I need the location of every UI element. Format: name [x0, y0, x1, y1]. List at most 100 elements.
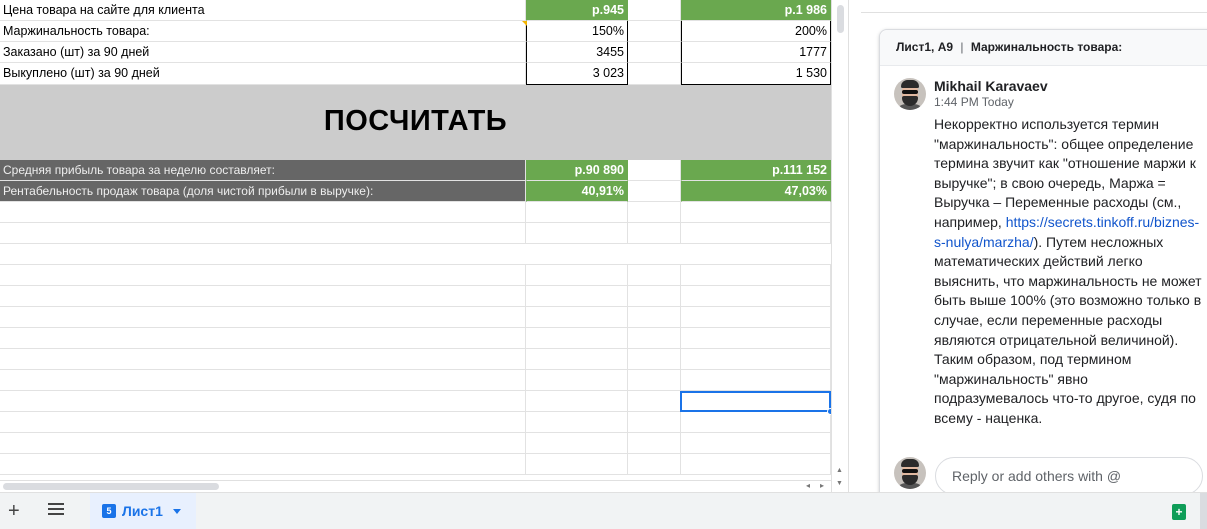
cell[interactable] [526, 433, 628, 454]
cell[interactable] [526, 223, 628, 244]
cell[interactable] [681, 412, 831, 433]
cell[interactable] [0, 454, 526, 475]
horizontal-scroll-thumb[interactable] [3, 483, 219, 490]
cell-label[interactable]: Выкуплено (шт) за 90 дней [0, 63, 526, 85]
cell-label[interactable]: Рентабельность продаж товара (доля чисто… [0, 181, 526, 202]
cell[interactable] [0, 328, 526, 349]
cell[interactable] [628, 202, 681, 223]
cell-value-1[interactable]: р.945 [526, 0, 628, 21]
empty-row[interactable] [0, 307, 831, 328]
cell[interactable] [0, 286, 526, 307]
cell[interactable] [526, 265, 628, 286]
scroll-left-icon[interactable]: ◂ [806, 481, 810, 490]
cell[interactable] [628, 286, 681, 307]
add-sheet-button[interactable]: + [8, 501, 20, 521]
cell-value-1[interactable]: 3455 [526, 42, 628, 63]
cell[interactable] [681, 349, 831, 370]
empty-row[interactable] [0, 412, 831, 433]
cell[interactable] [628, 307, 681, 328]
cell-value-2[interactable]: 200% [681, 21, 831, 42]
cell[interactable] [681, 223, 831, 244]
empty-row[interactable] [0, 265, 831, 286]
spreadsheet-grid[interactable]: Цена товара на сайте для клиента р.945 р… [0, 0, 831, 480]
cell[interactable] [681, 265, 831, 286]
cell[interactable] [681, 286, 831, 307]
cell[interactable] [0, 391, 526, 412]
vertical-scroll-thumb[interactable] [837, 5, 844, 33]
cell[interactable] [0, 307, 526, 328]
cell[interactable] [628, 370, 681, 391]
cell[interactable] [0, 370, 526, 391]
calculate-button-label[interactable]: ПОСЧИТАТЬ [0, 105, 831, 138]
cell[interactable] [0, 433, 526, 454]
row-margin[interactable]: Маржинальность товара: 150% 200% [0, 21, 831, 42]
sheet-tab-list1[interactable]: 5 Лист1 [90, 493, 196, 529]
cell[interactable] [681, 307, 831, 328]
empty-row[interactable] [0, 244, 831, 265]
cell-value-1[interactable]: 3 023 [526, 63, 628, 85]
cell-value-1[interactable]: 40,91% [526, 181, 628, 202]
empty-row[interactable] [0, 454, 831, 475]
cell[interactable] [628, 223, 681, 244]
scroll-up-icon[interactable]: ▲ [836, 467, 843, 474]
cell-value-2[interactable]: 1777 [681, 42, 831, 63]
row-price[interactable]: Цена товара на сайте для клиента р.945 р… [0, 0, 831, 21]
cell-empty[interactable] [628, 42, 681, 63]
cell[interactable] [526, 286, 628, 307]
cell-empty[interactable] [628, 160, 681, 181]
row-ordered[interactable]: Заказано (шт) за 90 дней 3455 1777 [0, 42, 831, 63]
author-avatar[interactable] [894, 78, 926, 110]
all-sheets-menu-icon[interactable] [48, 503, 64, 518]
selected-cell-outline[interactable] [680, 391, 831, 412]
chevron-down-icon[interactable] [172, 508, 181, 514]
cell-empty[interactable] [628, 21, 681, 42]
cell[interactable] [628, 265, 681, 286]
cell-empty[interactable] [628, 181, 681, 202]
side-panel-toggle[interactable] [1200, 493, 1207, 529]
empty-row[interactable] [0, 349, 831, 370]
empty-row[interactable] [0, 370, 831, 391]
cell[interactable] [628, 349, 681, 370]
cell-value-1[interactable]: р.90 890 [526, 160, 628, 181]
cell[interactable] [526, 349, 628, 370]
comment-indicator-icon[interactable] [522, 21, 527, 26]
cell[interactable] [681, 454, 831, 475]
cell[interactable] [628, 328, 681, 349]
scroll-right-icon[interactable]: ▸ [820, 481, 824, 490]
cell-value-1[interactable]: 150% [526, 21, 628, 42]
cell-label[interactable]: Маржинальность товара: [0, 21, 526, 42]
empty-row[interactable] [0, 286, 831, 307]
cell-value-2[interactable]: 47,03% [681, 181, 831, 202]
horizontal-scrollbar[interactable]: ◂ ▸ [0, 480, 831, 492]
cell[interactable] [0, 265, 526, 286]
cell[interactable] [526, 412, 628, 433]
cell-empty[interactable] [628, 63, 681, 85]
cell[interactable] [526, 391, 628, 412]
cell[interactable] [681, 328, 831, 349]
cell[interactable] [0, 223, 526, 244]
cell-value-2[interactable]: р.1 986 [681, 0, 831, 21]
cell-label[interactable]: Цена товара на сайте для клиента [0, 0, 526, 21]
reply-input[interactable]: Reply or add others with @ [935, 457, 1203, 492]
row-weekly-profit[interactable]: Средняя прибыль товара за неделю составл… [0, 160, 831, 181]
empty-row[interactable] [0, 202, 831, 223]
cell-value-2[interactable]: 1 530 [681, 63, 831, 85]
vertical-scrollbar[interactable]: ▲ ▼ [831, 0, 848, 492]
cell[interactable] [0, 244, 831, 265]
cell-value-2[interactable]: р.111 152 [681, 160, 831, 181]
cell[interactable] [681, 370, 831, 391]
cell[interactable] [0, 202, 526, 223]
cell[interactable] [628, 412, 681, 433]
explore-icon[interactable]: + [1172, 504, 1186, 520]
cell-label[interactable]: Средняя прибыль товара за неделю составл… [0, 160, 526, 181]
cell-label[interactable]: Заказано (шт) за 90 дней [0, 42, 526, 63]
cell[interactable] [628, 454, 681, 475]
cell[interactable] [628, 433, 681, 454]
row-purchased[interactable]: Выкуплено (шт) за 90 дней 3 023 1 530 [0, 63, 831, 85]
cell[interactable] [681, 202, 831, 223]
empty-row[interactable] [0, 328, 831, 349]
empty-row[interactable] [0, 433, 831, 454]
cell[interactable] [0, 412, 526, 433]
cell[interactable] [681, 433, 831, 454]
scroll-down-icon[interactable]: ▼ [836, 480, 843, 487]
